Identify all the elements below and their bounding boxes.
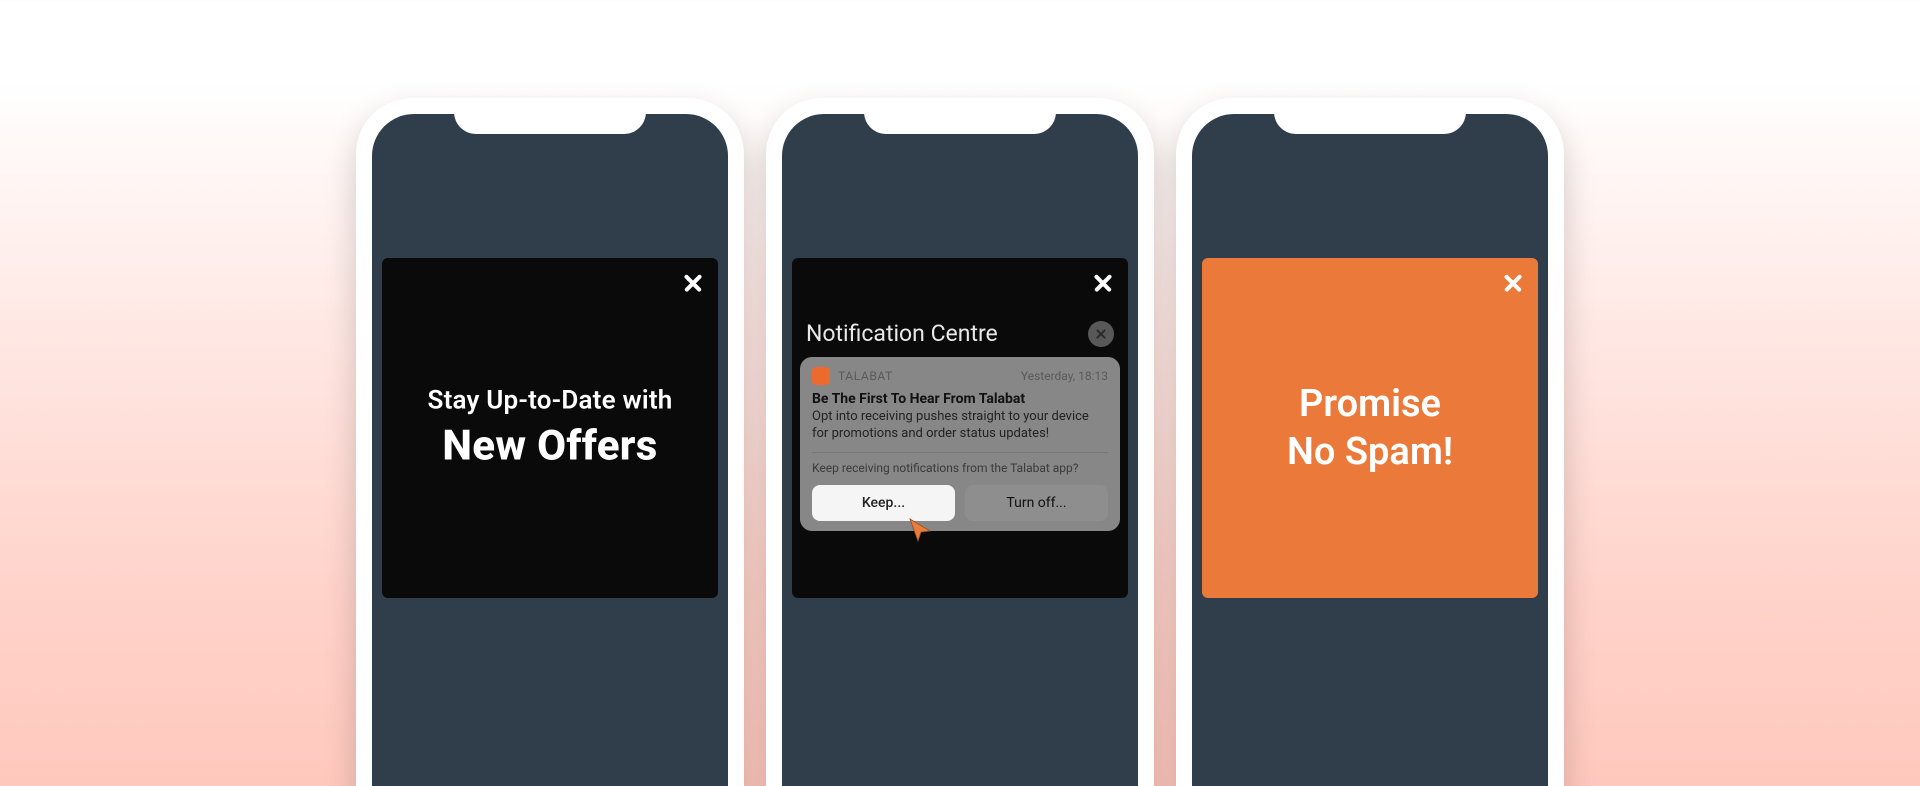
promo-line-2: No Spam! [1220, 430, 1520, 474]
close-icon[interactable] [1092, 272, 1114, 294]
phone-notch [1274, 98, 1466, 134]
phone-mockup-1: Stay Up-to-Date with New Offers [356, 98, 744, 786]
nc-close-icon[interactable] [1088, 321, 1114, 347]
notification-question: Keep receiving notifications from the Ta… [812, 452, 1108, 475]
notification-centre: Notification Centre TALABAT Yesterday, 1… [800, 316, 1120, 588]
phone-screen: Stay Up-to-Date with New Offers [372, 114, 728, 786]
keep-button[interactable]: Keep... [812, 485, 955, 521]
app-icon [812, 367, 830, 385]
notification-body: Opt into receiving pushes straight to yo… [812, 409, 1108, 442]
notification-card[interactable]: TALABAT Yesterday, 18:13 Be The First To… [800, 357, 1120, 531]
promo-card-3: Promise No Spam! [1202, 258, 1538, 598]
promo-line-2: New Offers [400, 422, 700, 471]
phone-screen: Promise No Spam! [1192, 114, 1548, 786]
phone-notch [864, 98, 1056, 134]
promo-line-1: Stay Up-to-Date with [400, 386, 700, 416]
app-name: TALABAT [838, 369, 1013, 383]
promo-card-1: Stay Up-to-Date with New Offers [382, 258, 718, 598]
promo-card-2: Notification Centre TALABAT Yesterday, 1… [792, 258, 1128, 598]
promo-card-text: Promise No Spam! [1202, 382, 1538, 474]
stage: Stay Up-to-Date with New Offers Notifica… [0, 0, 1920, 786]
notification-timestamp: Yesterday, 18:13 [1021, 369, 1108, 383]
phone-mockup-2: Notification Centre TALABAT Yesterday, 1… [766, 98, 1154, 786]
phone-screen: Notification Centre TALABAT Yesterday, 1… [782, 114, 1138, 786]
close-icon[interactable] [1502, 272, 1524, 294]
nc-title: Notification Centre [806, 320, 998, 347]
nc-header: Notification Centre [800, 316, 1120, 357]
nc-app-row: TALABAT Yesterday, 18:13 [812, 367, 1108, 385]
phone-mockup-3: Promise No Spam! [1176, 98, 1564, 786]
notification-headline: Be The First To Hear From Talabat [812, 391, 1108, 407]
close-icon[interactable] [682, 272, 704, 294]
phone-notch [454, 98, 646, 134]
promo-card-text: Stay Up-to-Date with New Offers [382, 386, 718, 471]
promo-line-1: Promise [1220, 382, 1520, 426]
notification-buttons: Keep... Turn off... [812, 485, 1108, 521]
turn-off-button[interactable]: Turn off... [965, 485, 1108, 521]
